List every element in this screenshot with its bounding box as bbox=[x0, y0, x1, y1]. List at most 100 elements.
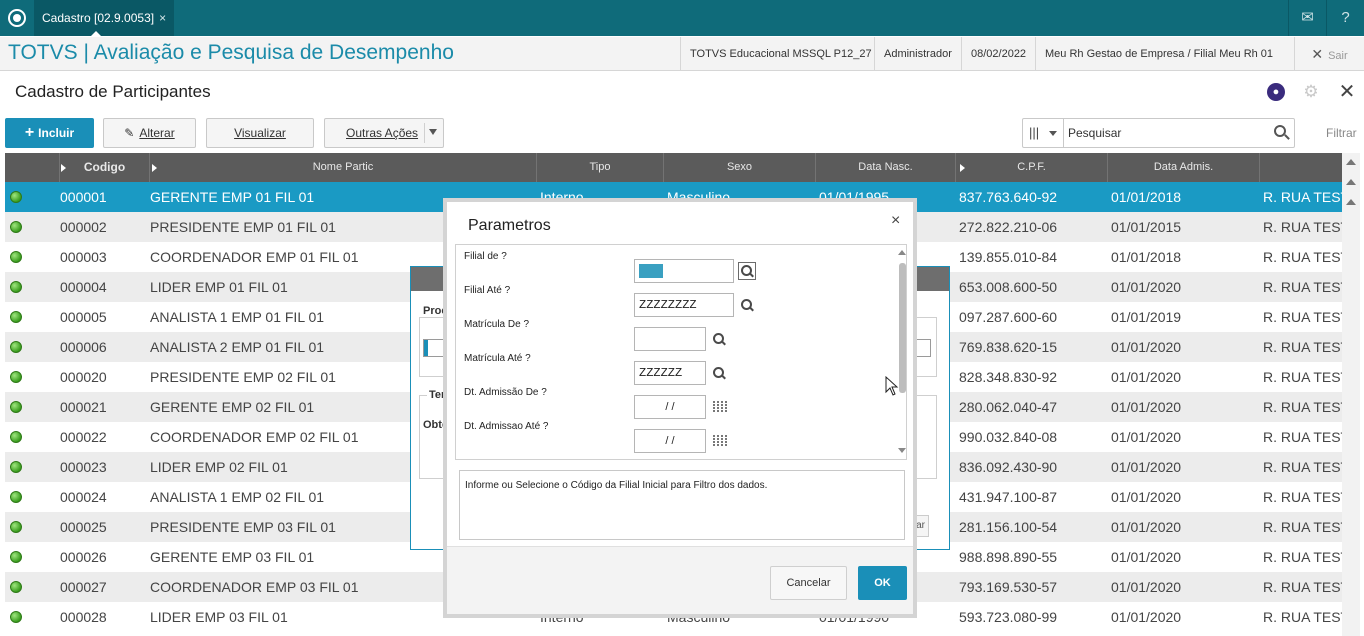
cell-adm: 01/01/2019 bbox=[1111, 309, 1182, 325]
grid-header: Codigo Nome Partic Tipo Sexo Data Nasc. … bbox=[5, 153, 1342, 182]
cell-cpf: 769.838.620-15 bbox=[959, 339, 1058, 355]
cell-cpf: 988.898.890-55 bbox=[959, 549, 1058, 565]
field-label: Matrícula De ? bbox=[464, 319, 530, 330]
column-sexo[interactable]: Sexo bbox=[664, 153, 816, 182]
column-cpf[interactable]: C.P.F. bbox=[956, 153, 1108, 182]
cell-end: R. RUA TESTE bbox=[1263, 549, 1342, 565]
exit-button[interactable]: ✕ Sair bbox=[1294, 37, 1364, 71]
search-input[interactable] bbox=[1068, 124, 1268, 142]
tab-close-icon[interactable]: × bbox=[159, 0, 166, 36]
scroll-up-icon[interactable] bbox=[1346, 199, 1356, 205]
calendar-icon[interactable] bbox=[713, 435, 727, 447]
cell-code: 000020 bbox=[60, 369, 107, 385]
field-label: Matrícula Até ? bbox=[464, 353, 531, 364]
alterar-label: Alterar bbox=[139, 126, 175, 140]
app-title: TOTVS | Avaliação e Pesquisa de Desempen… bbox=[8, 41, 454, 64]
cell-end: R. RUA TESTE bbox=[1263, 579, 1342, 595]
close-icon[interactable]: ✕ bbox=[1338, 82, 1356, 102]
field-label: Dt. Admissão De ? bbox=[464, 387, 547, 398]
help-icon[interactable]: ? bbox=[1326, 0, 1364, 36]
search-icon[interactable] bbox=[1274, 125, 1286, 137]
visualizar-label: Visualizar bbox=[234, 126, 286, 140]
status-icon bbox=[10, 401, 22, 413]
search-icon[interactable] bbox=[741, 299, 753, 311]
cell-end: R. RUA TESTE bbox=[1263, 369, 1342, 385]
cell-code: 000021 bbox=[60, 399, 107, 415]
cell-cpf: 272.822.210-06 bbox=[959, 219, 1058, 235]
mail-icon[interactable]: ✉ bbox=[1288, 0, 1326, 36]
status-icon bbox=[10, 341, 22, 353]
column-data-nasc[interactable]: Data Nasc. bbox=[816, 153, 956, 182]
ok-button[interactable]: OK bbox=[858, 566, 907, 600]
column-data-admis[interactable]: Data Admis. bbox=[1108, 153, 1260, 182]
fields-scrollbar[interactable] bbox=[898, 245, 906, 459]
gear-icon[interactable]: ⚙ bbox=[1302, 83, 1320, 101]
dialog-close-icon[interactable]: × bbox=[891, 212, 900, 230]
scroll-thumb[interactable] bbox=[899, 263, 906, 393]
column-tipo[interactable]: Tipo bbox=[537, 153, 664, 182]
options-icon[interactable]: ● bbox=[1267, 83, 1285, 101]
cell-cpf: 990.032.840-08 bbox=[959, 429, 1058, 445]
search-icon[interactable] bbox=[713, 333, 725, 345]
tab-cadastro[interactable]: Cadastro [02.9.0053] × bbox=[34, 0, 175, 37]
dt-admissao-ate-input[interactable]: / / bbox=[634, 429, 706, 453]
cell-end: R. RUA TESTE bbox=[1263, 429, 1342, 445]
cell-code: 000027 bbox=[60, 579, 107, 595]
cell-code: 000006 bbox=[60, 339, 107, 355]
search-icon[interactable] bbox=[713, 367, 725, 379]
field-filial-ate: Filial Até ? ZZZZZZZZ bbox=[456, 285, 896, 319]
field-label: Filial de ? bbox=[464, 251, 507, 262]
cell-end: R. RUA TESTE bbox=[1263, 219, 1342, 235]
matricula-de-input[interactable] bbox=[634, 327, 706, 351]
cell-name: ANALISTA 2 EMP 01 FIL 01 bbox=[150, 339, 325, 355]
field-matricula-ate: Matrícula Até ? ZZZZZZ bbox=[456, 353, 896, 387]
filial-ate-input[interactable]: ZZZZZZZZ bbox=[634, 293, 734, 317]
field-matricula-de: Matrícula De ? bbox=[456, 319, 896, 353]
column-endereco[interactable] bbox=[1260, 153, 1342, 182]
incluir-button[interactable]: + Incluir bbox=[5, 118, 94, 148]
cell-adm: 01/01/2020 bbox=[1111, 279, 1182, 295]
scroll-up-icon[interactable] bbox=[1346, 179, 1356, 185]
column-nome[interactable]: Nome Partic bbox=[150, 153, 537, 182]
search-icon[interactable] bbox=[738, 262, 756, 280]
cell-end: R. RUA TESTE bbox=[1263, 489, 1342, 505]
cancel-button[interactable]: Cancelar bbox=[770, 566, 847, 600]
cell-cpf: 097.287.600-60 bbox=[959, 309, 1058, 325]
columns-select[interactable]: ||| bbox=[1023, 119, 1064, 147]
cell-adm: 01/01/2020 bbox=[1111, 519, 1182, 535]
tab-label: Cadastro [02.9.0053] bbox=[42, 11, 155, 25]
cell-end: R. RUA TESTE bbox=[1263, 609, 1342, 625]
visualizar-button[interactable]: Visualizar bbox=[206, 118, 314, 148]
cell-end: R. RUA TESTE bbox=[1263, 309, 1342, 325]
cell-end: R. RUA TESTE bbox=[1263, 339, 1342, 355]
chevron-down-icon[interactable] bbox=[429, 129, 437, 135]
calendar-icon[interactable] bbox=[713, 401, 727, 413]
matricula-ate-input[interactable]: ZZZZZZ bbox=[634, 361, 706, 385]
status-icon bbox=[10, 371, 22, 383]
grid-scrollbar[interactable] bbox=[1342, 153, 1360, 636]
column-codigo[interactable]: Codigo bbox=[60, 153, 150, 182]
scroll-down-icon[interactable] bbox=[898, 448, 906, 453]
scroll-top-icon[interactable] bbox=[1346, 159, 1356, 165]
dialog-body: Parametros × Filial de ? Filial Até ? ZZ… bbox=[447, 202, 913, 614]
cell-code: 000005 bbox=[60, 309, 107, 325]
filial-de-input[interactable] bbox=[634, 259, 734, 283]
dt-admissao-de-input[interactable]: / / bbox=[634, 395, 706, 419]
parametros-dialog: Parametros × Filial de ? Filial Até ? ZZ… bbox=[443, 198, 917, 618]
cell-code: 000003 bbox=[60, 249, 107, 265]
cell-adm: 01/01/2020 bbox=[1111, 459, 1182, 475]
alterar-button[interactable]: ✎ Alterar bbox=[103, 118, 196, 148]
cell-cpf: 281.156.100-54 bbox=[959, 519, 1058, 535]
cell-code: 000004 bbox=[60, 279, 107, 295]
plus-icon: + bbox=[24, 124, 35, 141]
cell-adm: 01/01/2020 bbox=[1111, 579, 1182, 595]
totvs-logo-icon[interactable] bbox=[8, 9, 26, 27]
column-status[interactable] bbox=[5, 153, 66, 182]
help-text-box: Informe ou Selecione o Código da Filial … bbox=[459, 470, 905, 540]
cell-name: PRESIDENTE EMP 03 FIL 01 bbox=[150, 519, 336, 535]
filter-link[interactable]: Filtrar bbox=[1326, 126, 1357, 140]
expand-arrow-icon bbox=[960, 164, 965, 172]
cell-name: COORDENADOR EMP 02 FIL 01 bbox=[150, 429, 359, 445]
outras-acoes-button[interactable]: Outras Ações bbox=[324, 118, 444, 148]
scroll-up-icon[interactable] bbox=[898, 250, 906, 255]
